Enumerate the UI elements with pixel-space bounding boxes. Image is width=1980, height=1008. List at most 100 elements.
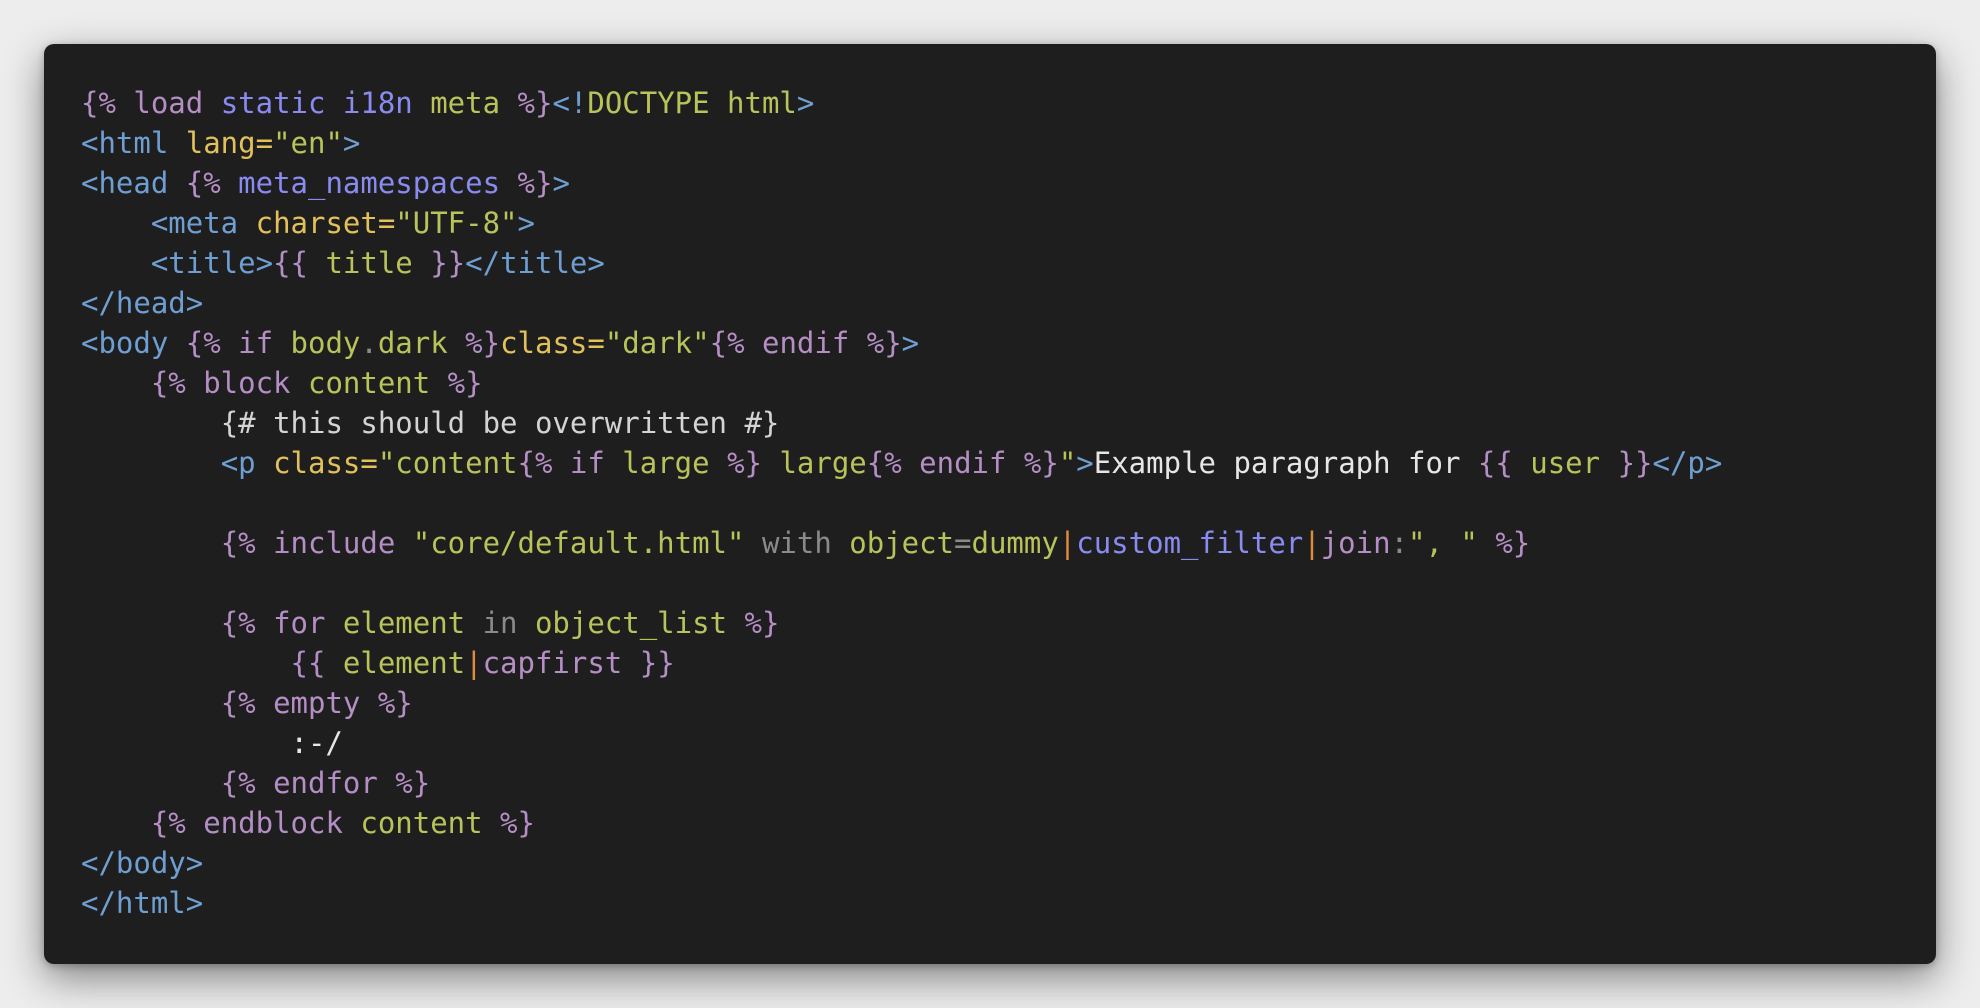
code-line: {% endfor %}: [81, 763, 1936, 803]
code-token: :: [1390, 526, 1409, 560]
code-line: {{ element|capfirst }}: [81, 643, 1936, 683]
code-token: >: [517, 206, 535, 240]
code-line: <head {% meta_namespaces %}>: [81, 163, 1936, 203]
code-token: |: [1303, 526, 1321, 560]
code-token: </html>: [81, 886, 204, 920]
code-token: ", ": [1408, 526, 1478, 560]
code-token: :-/: [290, 726, 343, 760]
code-token: "core/default.html": [412, 526, 745, 560]
code-token: {% block: [150, 366, 308, 400]
code-line: {% for element in object_list %}: [81, 603, 1936, 643]
code-token: <head: [81, 166, 186, 200]
code-window: {% load static i18n meta %}<!DOCTYPE htm…: [44, 44, 1936, 964]
code-token: in: [465, 606, 535, 640]
code-token: object: [849, 526, 955, 560]
code-token: meta_namespaces: [238, 166, 501, 200]
code-token: lang=: [185, 126, 274, 160]
code-token: }}: [622, 646, 675, 680]
code-token: |: [465, 646, 483, 680]
code-token: %}: [430, 366, 483, 400]
code-token: {%: [185, 166, 239, 200]
code-line: <p class="content{% if large %} large{% …: [81, 443, 1936, 483]
code-token: {{: [1477, 446, 1531, 480]
code-token: {% empty %}: [220, 686, 413, 720]
code-token: content: [360, 806, 483, 840]
code-token: "content: [377, 446, 518, 480]
code-token: "en": [273, 126, 343, 160]
code-token: "UTF-8": [395, 206, 518, 240]
code-token: {% for: [220, 606, 343, 640]
code-token: {{: [290, 646, 343, 680]
code-token: {{: [273, 246, 326, 280]
code-token: </p>: [1652, 446, 1723, 480]
code-token: element: [342, 606, 466, 640]
code-token: </body>: [81, 846, 204, 880]
code-line: {% load static i18n meta %}<!DOCTYPE htm…: [81, 83, 1936, 123]
code-token: dummy: [971, 526, 1059, 560]
code-token: >: [552, 166, 570, 200]
code-line: {% empty %}: [81, 683, 1936, 723]
code-token: %}: [1477, 526, 1531, 560]
code-token: }}: [1600, 446, 1653, 480]
code-line: </body>: [81, 843, 1936, 883]
code-token: {% load: [81, 86, 221, 120]
code-token: dark: [377, 326, 448, 360]
code-token: body: [290, 326, 361, 360]
code-token: {% endfor %}: [220, 766, 431, 800]
code-line: {% block content %}: [81, 363, 1936, 403]
code-token: }}: [412, 246, 466, 280]
code-line: {# this should be overwritten #}: [81, 403, 1936, 443]
code-token: <body: [81, 326, 186, 360]
code-token: DOCTYPE: [587, 86, 710, 120]
code-token: {# this should be overwritten #}: [220, 406, 780, 440]
code-token: <title>: [150, 246, 274, 280]
code-token: .: [360, 326, 378, 360]
code-line: </head>: [81, 283, 1936, 323]
code-token: meta: [430, 86, 501, 120]
code-line: <meta charset="UTF-8">: [81, 203, 1936, 243]
code-line: </html>: [81, 883, 1936, 923]
code-line: {% endblock content %}: [81, 803, 1936, 843]
code-token: {% endif %}: [866, 446, 1059, 480]
code-token: </head>: [81, 286, 204, 320]
code-token: {% if: [517, 446, 623, 480]
code-token: with: [744, 526, 850, 560]
code-token: class=: [273, 446, 378, 480]
code-token: >: [342, 126, 361, 160]
code-line: {% include "core/default.html" with obje…: [81, 523, 1936, 563]
code-token: </title>: [465, 246, 605, 280]
code-token: ": [1058, 446, 1077, 480]
code-token: %}: [482, 806, 535, 840]
code-token: html: [709, 86, 797, 120]
code-token: %}: [500, 166, 553, 200]
code-token: >: [796, 86, 815, 120]
code-token: Example paragraph for: [1093, 446, 1478, 480]
code-token: object_list: [534, 606, 728, 640]
code-token: >: [901, 326, 920, 360]
code-token: charset=: [255, 206, 396, 240]
code-token: content: [307, 366, 431, 400]
code-line: <title>{{ title }}</title>: [81, 243, 1936, 283]
code-token: {% endblock: [150, 806, 361, 840]
code-token: class=: [500, 326, 605, 360]
code-token: >: [1076, 446, 1094, 480]
code-token: static i18n: [220, 86, 413, 120]
code-token: {% if: [185, 326, 291, 360]
code-token: |: [1058, 526, 1077, 560]
code-token: %}: [709, 446, 762, 480]
code-line: <html lang="en">: [81, 123, 1936, 163]
code-token: <meta: [150, 206, 256, 240]
code-token: title: [325, 246, 413, 280]
code-token: %}: [447, 326, 501, 360]
code-line: <body {% if body.dark %}class="dark"{% e…: [81, 323, 1936, 363]
code-token: %}: [727, 606, 780, 640]
